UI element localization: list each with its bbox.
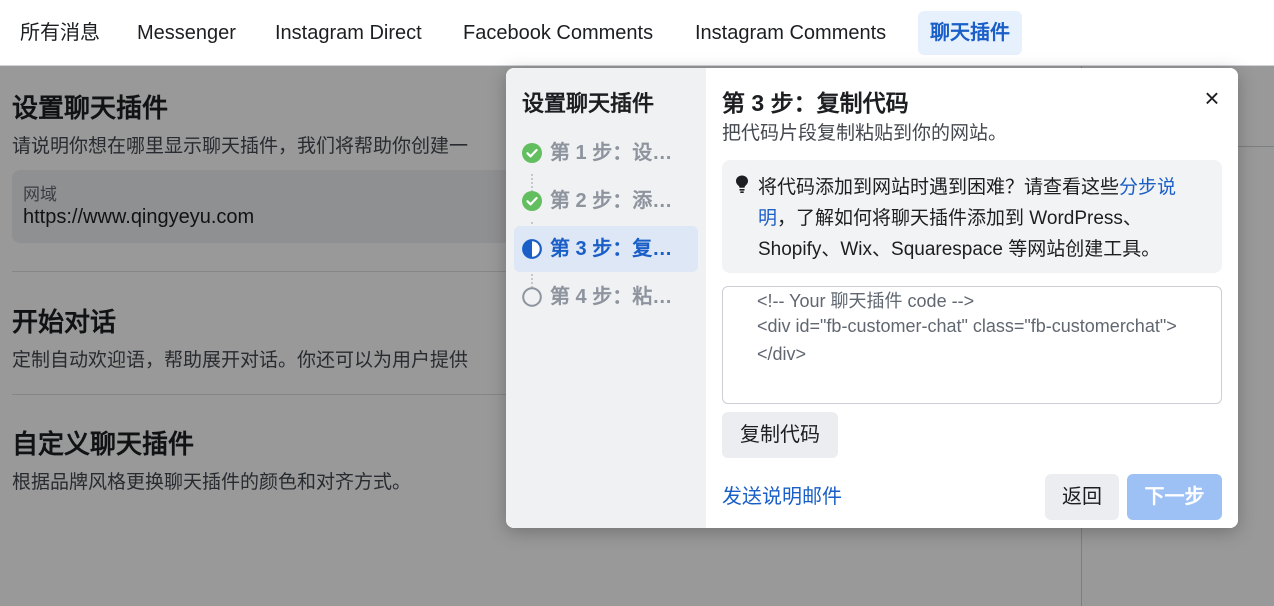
step-2-label: 第 2 步：添… — [550, 190, 673, 212]
tab-facebook-comments[interactable]: Facebook Comments — [451, 11, 665, 55]
code-line: </div> — [757, 344, 807, 364]
check-circle-icon — [522, 191, 542, 211]
next-button[interactable]: 下一步 — [1127, 474, 1222, 520]
step-2[interactable]: 第 2 步：添… — [514, 178, 698, 224]
half-circle-icon — [522, 239, 542, 259]
tip-text: 将代码添加到网站时遇到困难？请查看这些分步说明，了解如何将聊天插件添加到 Wor… — [758, 172, 1208, 265]
tab-messenger[interactable]: Messenger — [125, 11, 248, 55]
code-line: <div id="fb-customer-chat" class="fb-cus… — [757, 316, 1177, 336]
step-4[interactable]: 第 4 步：粘… — [514, 274, 698, 320]
lightbulb-icon — [736, 175, 748, 193]
code-line: <!-- Your 聊天插件 code --> — [757, 291, 975, 311]
chat-plugin-setup-dialog: 设置聊天插件 第 1 步：设… 第 2 步：添… 第 3 步：复… 第 4 步：… — [506, 68, 1238, 528]
stepper-title: 设置聊天插件 — [522, 91, 655, 116]
close-icon[interactable]: × — [1200, 85, 1224, 111]
code-snippet-box[interactable]: <!-- Your 聊天插件 code --> <div id="fb-cust… — [722, 286, 1222, 404]
tab-all-messages[interactable]: 所有消息 — [8, 11, 112, 55]
check-circle-icon — [522, 143, 542, 163]
copy-code-button[interactable]: 复制代码 — [722, 412, 838, 458]
step-sidebar: 设置聊天插件 第 1 步：设… 第 2 步：添… 第 3 步：复… 第 4 步：… — [506, 68, 706, 528]
step-1[interactable]: 第 1 步：设… — [514, 130, 698, 176]
top-tab-bar: 所有消息 Messenger Instagram Direct Facebook… — [0, 0, 1274, 66]
tip-text-before: 将代码添加到网站时遇到困难？请查看这些 — [758, 177, 1120, 198]
step-3[interactable]: 第 3 步：复… — [514, 226, 698, 272]
help-tip: 将代码添加到网站时遇到困难？请查看这些分步说明，了解如何将聊天插件添加到 Wor… — [722, 160, 1222, 273]
tab-instagram-direct[interactable]: Instagram Direct — [263, 11, 434, 55]
step-3-label: 第 3 步：复… — [550, 238, 673, 260]
back-button[interactable]: 返回 — [1045, 474, 1119, 520]
tab-instagram-comments[interactable]: Instagram Comments — [683, 11, 898, 55]
tab-chat-plugin[interactable]: 聊天插件 — [918, 11, 1022, 55]
dialog-title: 第 3 步：复制代码 — [722, 90, 909, 116]
step-4-label: 第 4 步：粘… — [550, 286, 673, 308]
empty-circle-icon — [522, 287, 542, 307]
step-1-label: 第 1 步：设… — [550, 142, 673, 164]
dialog-subtitle: 把代码片段复制粘贴到你的网站。 — [722, 123, 1008, 144]
step-content: 第 3 步：复制代码 把代码片段复制粘贴到你的网站。 × 将代码添加到网站时遇到… — [706, 68, 1238, 528]
send-instructions-email-link[interactable]: 发送说明邮件 — [722, 480, 842, 514]
tip-text-after: ，了解如何将聊天插件添加到 WordPress、Shopify、Wix、Squa… — [758, 208, 1161, 260]
